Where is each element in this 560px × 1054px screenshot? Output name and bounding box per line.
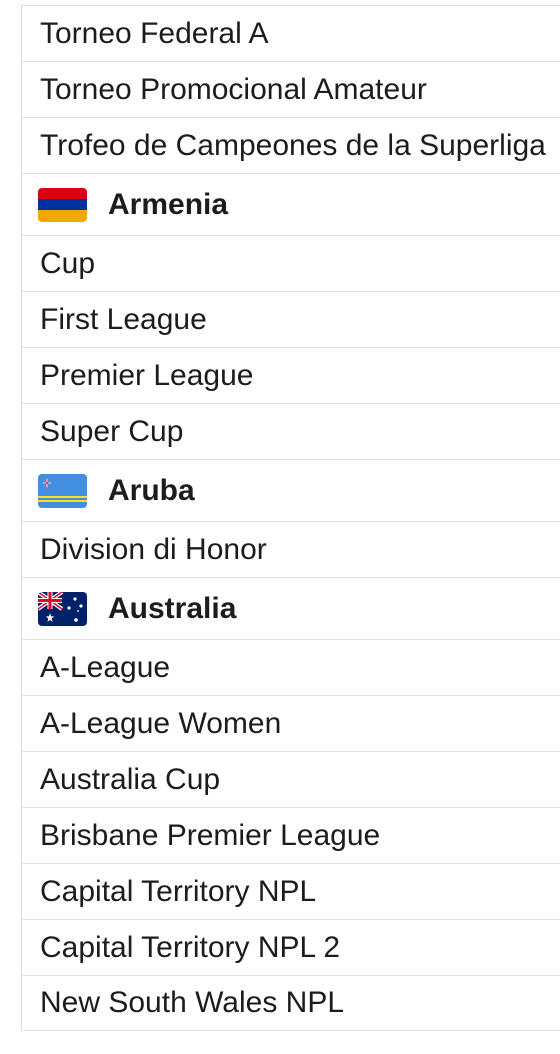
- league-label: Brisbane Premier League: [40, 818, 381, 852]
- league-item-capital-territory-npl[interactable]: Capital Territory NPL: [22, 863, 560, 919]
- league-label: Torneo Federal A: [40, 16, 269, 50]
- league-item-capital-territory-npl-2[interactable]: Capital Territory NPL 2: [22, 919, 560, 975]
- league-item-australia-cup[interactable]: Australia Cup: [22, 751, 560, 807]
- country-header-armenia: Armenia: [22, 173, 560, 235]
- league-item-division-di-honor[interactable]: Division di Honor: [22, 521, 560, 577]
- league-list: Torneo Federal A Torneo Promocional Amat…: [21, 5, 560, 1031]
- league-item-a-league-women[interactable]: A-League Women: [22, 695, 560, 751]
- league-label: Torneo Promocional Amateur: [40, 72, 427, 106]
- league-label: Premier League: [40, 358, 254, 392]
- league-label: Super Cup: [40, 414, 184, 448]
- country-name: Armenia: [108, 187, 229, 221]
- league-item-first-league[interactable]: First League: [22, 291, 560, 347]
- league-item-torneo-promocional-amateur[interactable]: Torneo Promocional Amateur: [22, 61, 560, 117]
- league-label: Division di Honor: [40, 532, 267, 566]
- aruba-flag-icon: [38, 473, 87, 508]
- league-item-torneo-federal-a[interactable]: Torneo Federal A: [22, 5, 560, 61]
- league-label: A-League Women: [40, 706, 282, 740]
- country-header-aruba: Aruba: [22, 459, 560, 521]
- league-item-a-league[interactable]: A-League: [22, 639, 560, 695]
- country-name: Aruba: [108, 473, 195, 507]
- league-item-premier-league[interactable]: Premier League: [22, 347, 560, 403]
- league-label: Capital Territory NPL 2: [40, 930, 341, 964]
- australia-flag-icon: [38, 591, 87, 626]
- league-label: Trofeo de Campeones de la Superliga: [40, 128, 546, 162]
- league-label: Australia Cup: [40, 762, 221, 796]
- league-item-super-cup[interactable]: Super Cup: [22, 403, 560, 459]
- league-label: New South Wales NPL: [40, 986, 345, 1019]
- league-label: Capital Territory NPL: [40, 874, 317, 908]
- league-item-cup[interactable]: Cup: [22, 235, 560, 291]
- country-header-australia: Australia: [22, 577, 560, 639]
- league-item-trofeo-de-campeones[interactable]: Trofeo de Campeones de la Superliga: [22, 117, 560, 173]
- league-label: A-League: [40, 650, 171, 684]
- league-label: Cup: [40, 246, 96, 280]
- league-item-new-south-wales-npl[interactable]: New South Wales NPL: [22, 975, 560, 1031]
- armenia-flag-icon: [38, 187, 87, 222]
- league-item-brisbane-premier-league[interactable]: Brisbane Premier League: [22, 807, 560, 863]
- league-label: First League: [40, 302, 207, 336]
- country-name: Australia: [108, 591, 237, 625]
